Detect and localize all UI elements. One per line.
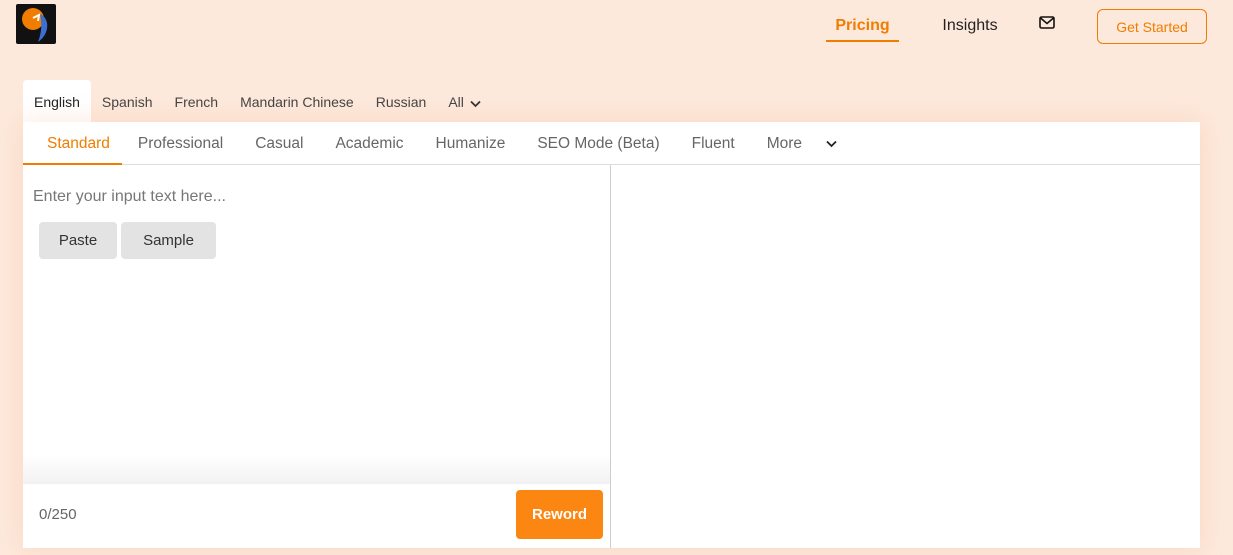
lang-tab-spanish[interactable]: Spanish (91, 80, 164, 122)
reword-button[interactable]: Reword (516, 490, 603, 539)
mode-tab-seo[interactable]: SEO Mode (Beta) (521, 122, 675, 165)
input-footer: 0/250 Reword (23, 484, 610, 548)
lang-tab-all[interactable]: All (437, 80, 492, 122)
input-text-field[interactable] (33, 182, 603, 212)
paraphraser-card: Standard Professional Casual Academic Hu… (23, 122, 1200, 548)
mode-tab-academic[interactable]: Academic (319, 122, 419, 165)
paste-button[interactable]: Paste (39, 222, 117, 259)
site-logo[interactable] (16, 4, 56, 44)
mode-tabs: Standard Professional Casual Academic Hu… (23, 122, 1200, 165)
chevron-down-icon (826, 122, 837, 166)
panel-divider (610, 165, 611, 548)
chevron-down-icon (470, 81, 481, 125)
language-tabs: English Spanish French Mandarin Chinese … (23, 80, 492, 122)
lang-tab-mandarin[interactable]: Mandarin Chinese (229, 80, 365, 122)
mode-tab-standard[interactable]: Standard (23, 122, 122, 165)
lang-tab-russian[interactable]: Russian (365, 80, 438, 122)
mode-tab-casual[interactable]: Casual (239, 122, 319, 165)
word-counter: 0/250 (39, 506, 77, 523)
nav-pricing-link[interactable]: Pricing (826, 14, 899, 42)
mode-tab-more-label: More (766, 135, 803, 153)
mail-icon[interactable] (1039, 16, 1057, 32)
lang-tab-english[interactable]: English (23, 80, 91, 122)
lang-tab-all-label: All (448, 94, 464, 110)
sample-button[interactable]: Sample (121, 222, 216, 259)
mode-tab-more[interactable]: More (751, 122, 853, 165)
mode-tab-fluent[interactable]: Fluent (676, 122, 751, 165)
lang-tab-french[interactable]: French (164, 80, 230, 122)
mode-tab-professional[interactable]: Professional (122, 122, 239, 165)
nav-insights-link[interactable]: Insights (930, 14, 1010, 38)
get-started-button[interactable]: Get Started (1097, 9, 1207, 44)
input-fade (23, 454, 610, 484)
logo-icon (22, 8, 48, 42)
mode-tab-humanize[interactable]: Humanize (420, 122, 522, 165)
